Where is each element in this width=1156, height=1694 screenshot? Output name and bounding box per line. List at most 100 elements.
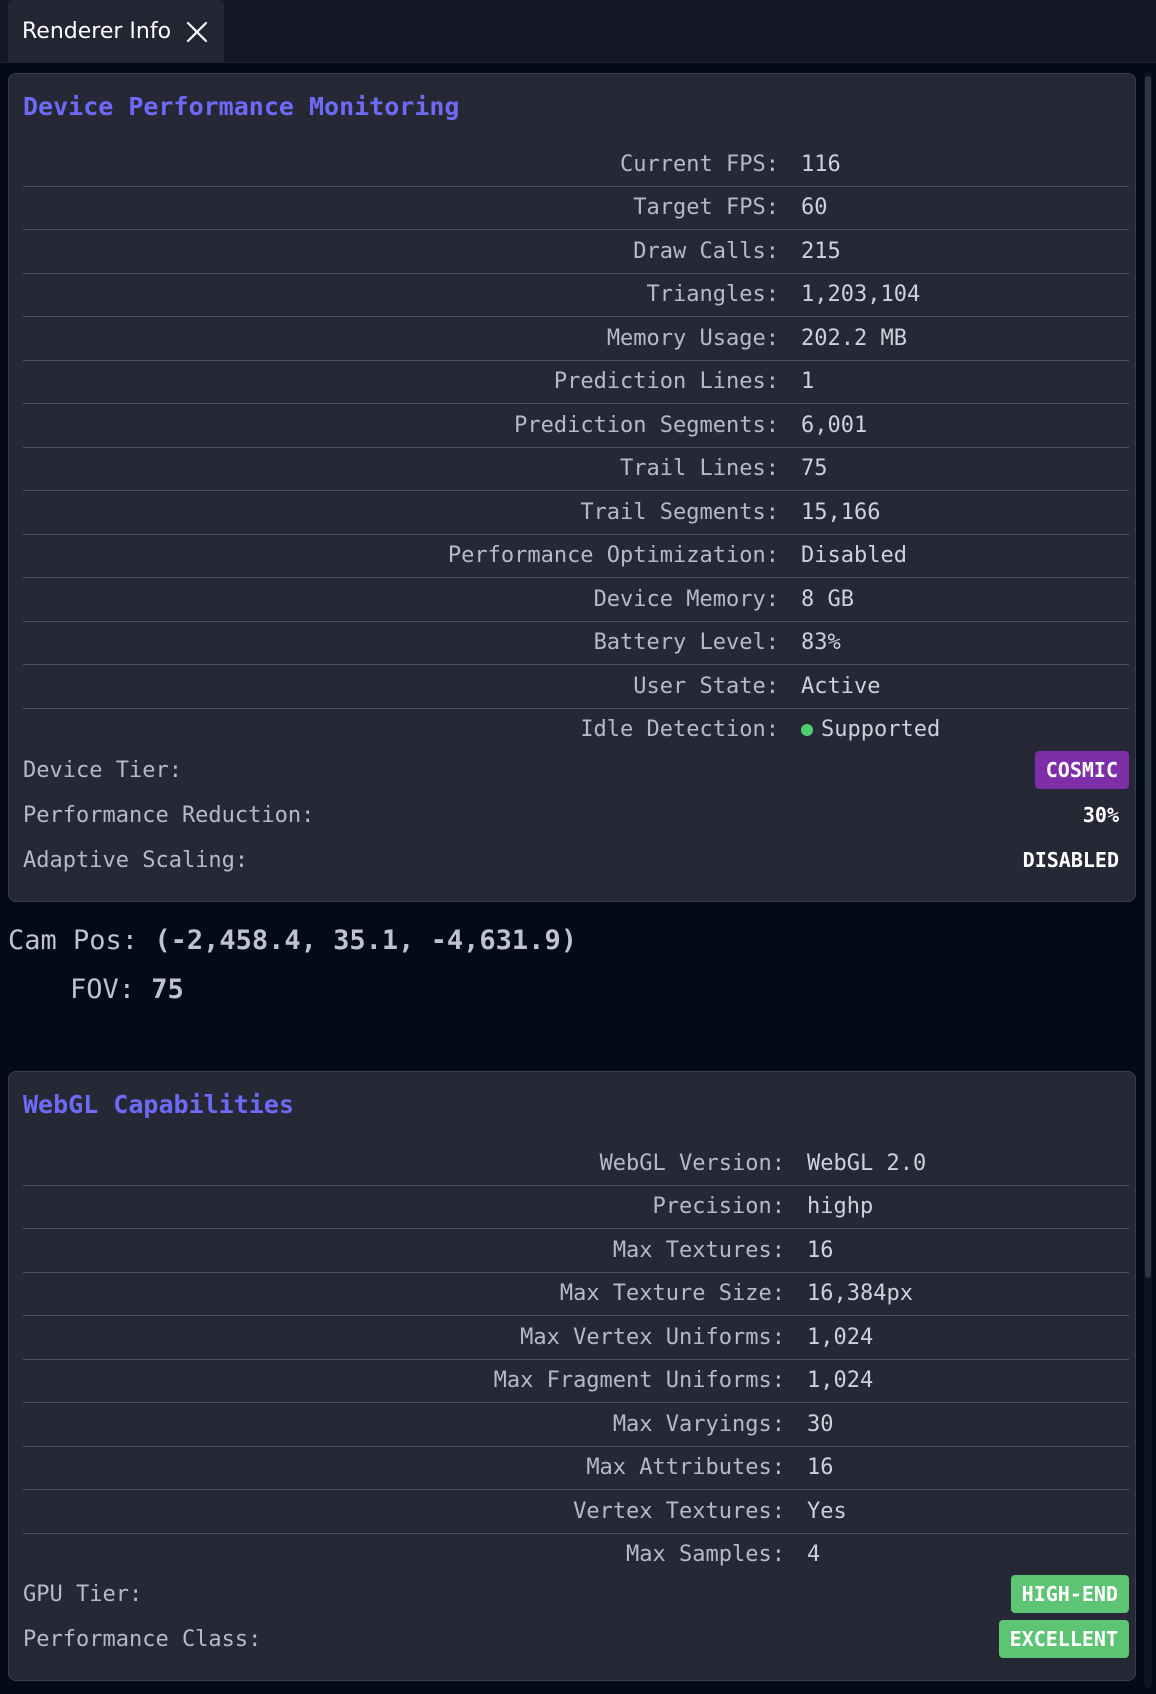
row-value: 215 bbox=[801, 238, 841, 264]
fov-label: FOV: bbox=[70, 974, 136, 1005]
row-key: Prediction Segments: bbox=[514, 412, 779, 438]
performance-class-badge: EXCELLENT bbox=[998, 1620, 1129, 1658]
table-row: Max Varyings: 30 bbox=[23, 1402, 1129, 1446]
row-value: 16,384px bbox=[807, 1281, 913, 1307]
row-key: Max Samples: bbox=[626, 1542, 785, 1568]
row-key: Trail Segments: bbox=[580, 499, 779, 525]
webgl-table: WebGL Version: WebGL 2.0 Precision: highp Ma… bbox=[23, 1142, 1129, 1576]
row-key: Idle Detection: bbox=[580, 717, 779, 743]
performance-reduction-value: 30% bbox=[1082, 803, 1119, 827]
row-key: Performance Optimization: bbox=[447, 543, 779, 569]
device-tier-label: Device Tier: bbox=[23, 757, 182, 783]
row-key: Precision: bbox=[652, 1194, 785, 1220]
row-value: 202.2 MB bbox=[801, 325, 907, 351]
adaptive-scaling-label: Adaptive Scaling: bbox=[23, 847, 249, 873]
gpu-tier-label: GPU Tier: bbox=[23, 1581, 143, 1607]
row-value: Disabled bbox=[801, 543, 907, 569]
row-value: 60 bbox=[801, 195, 828, 221]
row-key: Max Varyings: bbox=[612, 1411, 785, 1437]
row-key: Prediction Lines: bbox=[553, 369, 779, 395]
status-dot-icon bbox=[801, 723, 813, 736]
tab-renderer-info[interactable]: Renderer Info bbox=[8, 0, 224, 63]
performance-class-label: Performance Class: bbox=[23, 1626, 262, 1652]
table-row: Memory Usage: 202.2 MB bbox=[23, 316, 1129, 360]
row-value: 30 bbox=[807, 1411, 834, 1437]
table-row: Max Attributes: 16 bbox=[23, 1445, 1129, 1490]
row-value: WebGL 2.0 bbox=[807, 1150, 927, 1176]
row-value: Supported bbox=[801, 717, 940, 742]
table-row: Idle Detection: Supported bbox=[23, 707, 1129, 752]
row-key: Target FPS: bbox=[633, 195, 779, 221]
table-row: Max Samples: 4 bbox=[23, 1532, 1129, 1577]
row-key: Draw Calls: bbox=[633, 238, 779, 264]
performance-reduction-label: Performance Reduction: bbox=[23, 802, 315, 828]
row-value: 1,024 bbox=[807, 1324, 874, 1350]
row-value: 8 GB bbox=[801, 586, 854, 612]
table-row: Prediction Segments: 6,001 bbox=[23, 403, 1129, 447]
device-tier-badge: COSMIC bbox=[1034, 751, 1129, 789]
row-key: Max Attributes: bbox=[586, 1455, 785, 1481]
scrollbar-thumb[interactable] bbox=[1145, 76, 1151, 1278]
row-value: 116 bbox=[801, 151, 841, 177]
row-key: Battery Level: bbox=[593, 630, 779, 656]
table-row: User State: Active bbox=[23, 664, 1129, 708]
table-row: Performance Optimization: Disabled bbox=[23, 533, 1129, 578]
device-performance-panel: Device Performance Monitoring Current FP… bbox=[8, 73, 1136, 902]
row-key: Max Fragment Uniforms: bbox=[493, 1368, 785, 1394]
performance-table: Current FPS: 116 Target FPS: 60 Draw Calls: 2… bbox=[23, 143, 1129, 751]
table-row: Trail Lines: 75 bbox=[23, 446, 1129, 491]
gpu-tier-row: GPU Tier: HIGH-END bbox=[23, 1574, 1129, 1614]
webgl-capabilities-panel: WebGL Capabilities WebGL Version: WebGL 2… bbox=[8, 1071, 1136, 1681]
row-key: WebGL Version: bbox=[599, 1150, 785, 1176]
row-value: 83% bbox=[801, 630, 841, 656]
row-key: User State: bbox=[633, 673, 779, 699]
performance-reduction-row: Performance Reduction: 30% bbox=[23, 795, 1129, 835]
tab-label: Renderer Info bbox=[22, 19, 172, 44]
table-row: Max Vertex Uniforms: 1,024 bbox=[23, 1315, 1129, 1359]
table-row: Max Textures: 16 bbox=[23, 1228, 1129, 1272]
table-row: Vertex Textures: Yes bbox=[23, 1489, 1129, 1533]
row-value: highp bbox=[807, 1194, 874, 1220]
table-row: Prediction Lines: 1 bbox=[23, 359, 1129, 404]
adaptive-scaling-row: Adaptive Scaling: DISABLED bbox=[23, 840, 1129, 880]
row-key: Max Textures: bbox=[612, 1237, 785, 1263]
close-icon[interactable] bbox=[185, 20, 209, 44]
row-key: Max Vertex Uniforms: bbox=[520, 1324, 785, 1350]
gpu-tier-badge: HIGH-END bbox=[1010, 1575, 1129, 1613]
table-row: Trail Segments: 15,166 bbox=[23, 490, 1129, 534]
row-value: 75 bbox=[801, 456, 828, 482]
row-value: 1 bbox=[801, 369, 815, 395]
performance-class-row: Performance Class: EXCELLENT bbox=[23, 1619, 1129, 1659]
table-row: Triangles: 1,203,104 bbox=[23, 272, 1129, 317]
camera-fov: FOV: 75 bbox=[70, 974, 184, 1005]
row-value: 6,001 bbox=[801, 412, 868, 438]
table-row: Device Memory: 8 GB bbox=[23, 577, 1129, 621]
device-tier-row: Device Tier: COSMIC bbox=[23, 750, 1129, 790]
camera-position: Cam Pos: (-2,458.4, 35.1, -4,631.9) bbox=[8, 925, 577, 956]
table-row: Max Texture Size: 16,384px bbox=[23, 1271, 1129, 1316]
table-row: Max Fragment Uniforms: 1,024 bbox=[23, 1358, 1129, 1403]
panel-title: WebGL Capabilities bbox=[23, 1090, 294, 1119]
cam-pos-label: Cam Pos: bbox=[8, 925, 139, 956]
table-row: Precision: highp bbox=[23, 1184, 1129, 1229]
table-row: Draw Calls: 215 bbox=[23, 229, 1129, 273]
row-value: 15,166 bbox=[801, 499, 881, 525]
row-value: 4 bbox=[807, 1542, 821, 1568]
row-value: 16 bbox=[807, 1455, 834, 1481]
tab-bar: Renderer Info bbox=[0, 0, 1156, 63]
row-value: Yes bbox=[807, 1498, 847, 1524]
row-value: 16 bbox=[807, 1237, 834, 1263]
row-key: Memory Usage: bbox=[606, 325, 779, 351]
row-value: 1,203,104 bbox=[801, 282, 921, 308]
row-key: Current FPS: bbox=[620, 151, 779, 177]
row-key: Vertex Textures: bbox=[573, 1498, 785, 1524]
row-key: Device Memory: bbox=[593, 586, 779, 612]
adaptive-scaling-value: DISABLED bbox=[1022, 848, 1119, 872]
row-value: Active bbox=[801, 673, 881, 699]
row-key: Triangles: bbox=[646, 282, 779, 308]
cam-pos-value: (-2,458.4, 35.1, -4,631.9) bbox=[154, 925, 577, 956]
row-value: 1,024 bbox=[807, 1368, 874, 1394]
table-row: Current FPS: 116 bbox=[23, 143, 1129, 186]
panel-title: Device Performance Monitoring bbox=[23, 92, 460, 121]
table-row: Target FPS: 60 bbox=[23, 185, 1129, 230]
